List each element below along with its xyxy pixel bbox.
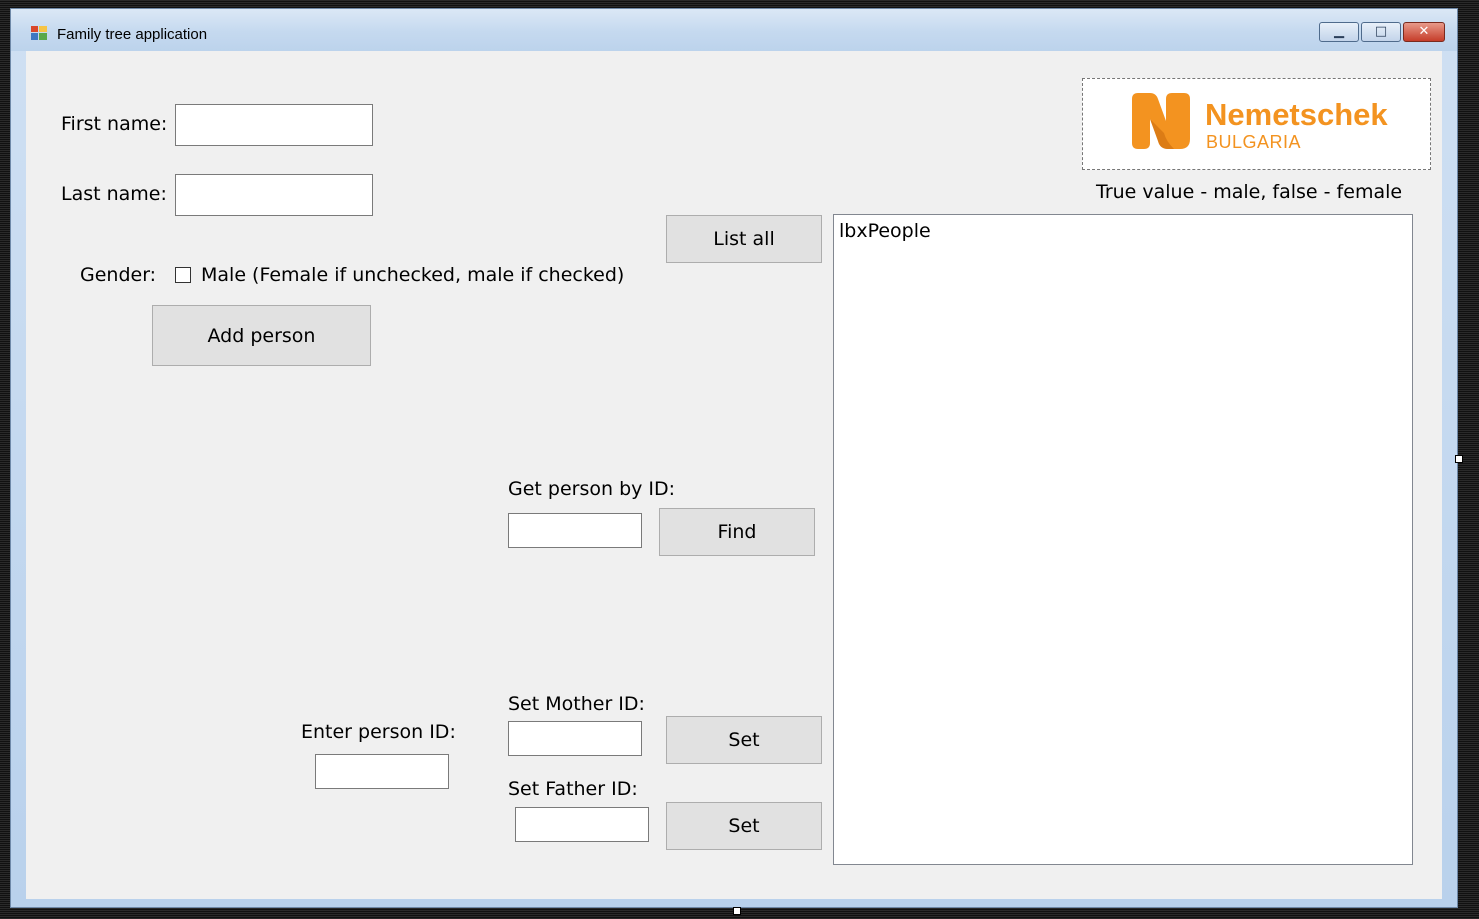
add-person-button[interactable]: Add person <box>152 305 371 366</box>
logo-name: Nemetschek <box>1205 97 1388 132</box>
logo-sub: BULGARIA <box>1206 132 1302 152</box>
set-father-label: Set Father ID: <box>508 778 638 800</box>
resize-handle-bottom[interactable] <box>733 907 741 915</box>
set-mother-input[interactable] <box>508 721 642 756</box>
gender-hint-label: True value - male, false - female <box>1096 181 1403 203</box>
list-all-button[interactable]: List all <box>666 215 822 263</box>
minimize-icon: ▁ <box>1334 24 1344 39</box>
last-name-input[interactable] <box>175 174 373 216</box>
nemetschek-logo-icon <box>1132 93 1190 149</box>
first-name-label: First name: <box>61 113 168 135</box>
set-mother-label: Set Mother ID: <box>508 693 645 715</box>
male-checkbox-label[interactable]: Male (Female if unchecked, male if check… <box>201 264 624 286</box>
app-icon <box>31 26 47 40</box>
app-window: Family tree application ▁ □ ✕ First name… <box>10 8 1458 908</box>
resize-handle-right[interactable] <box>1455 455 1463 463</box>
set-father-input[interactable] <box>515 807 649 842</box>
male-checkbox[interactable] <box>175 267 191 283</box>
enter-person-id-label: Enter person ID: <box>301 721 456 743</box>
last-name-label: Last name: <box>61 183 167 205</box>
set-father-button[interactable]: Set <box>666 802 822 850</box>
minimize-button[interactable]: ▁ <box>1319 22 1359 42</box>
find-button[interactable]: Find <box>659 508 815 556</box>
gender-label: Gender: <box>80 264 157 286</box>
enter-person-id-input[interactable] <box>315 754 449 789</box>
set-mother-button[interactable]: Set <box>666 716 822 764</box>
maximize-icon: □ <box>1374 24 1388 39</box>
window-title: Family tree application <box>57 26 208 43</box>
get-person-label: Get person by ID: <box>508 478 676 500</box>
close-icon: ✕ <box>1418 24 1430 39</box>
people-listbox[interactable]: lbxPeople <box>833 214 1413 865</box>
caption-buttons: ▁ □ ✕ <box>1317 22 1445 44</box>
get-person-input[interactable] <box>508 513 642 548</box>
first-name-input[interactable] <box>175 104 373 146</box>
maximize-button[interactable]: □ <box>1361 22 1401 42</box>
title-bar[interactable]: Family tree application ▁ □ ✕ <box>11 9 1457 51</box>
company-logo: Nemetschek BULGARIA <box>1082 78 1431 170</box>
form-client-area: First name: Last name: Gender: Male (Fem… <box>26 51 1442 899</box>
listbox-design-name: lbxPeople <box>839 220 931 242</box>
close-button[interactable]: ✕ <box>1403 22 1445 42</box>
